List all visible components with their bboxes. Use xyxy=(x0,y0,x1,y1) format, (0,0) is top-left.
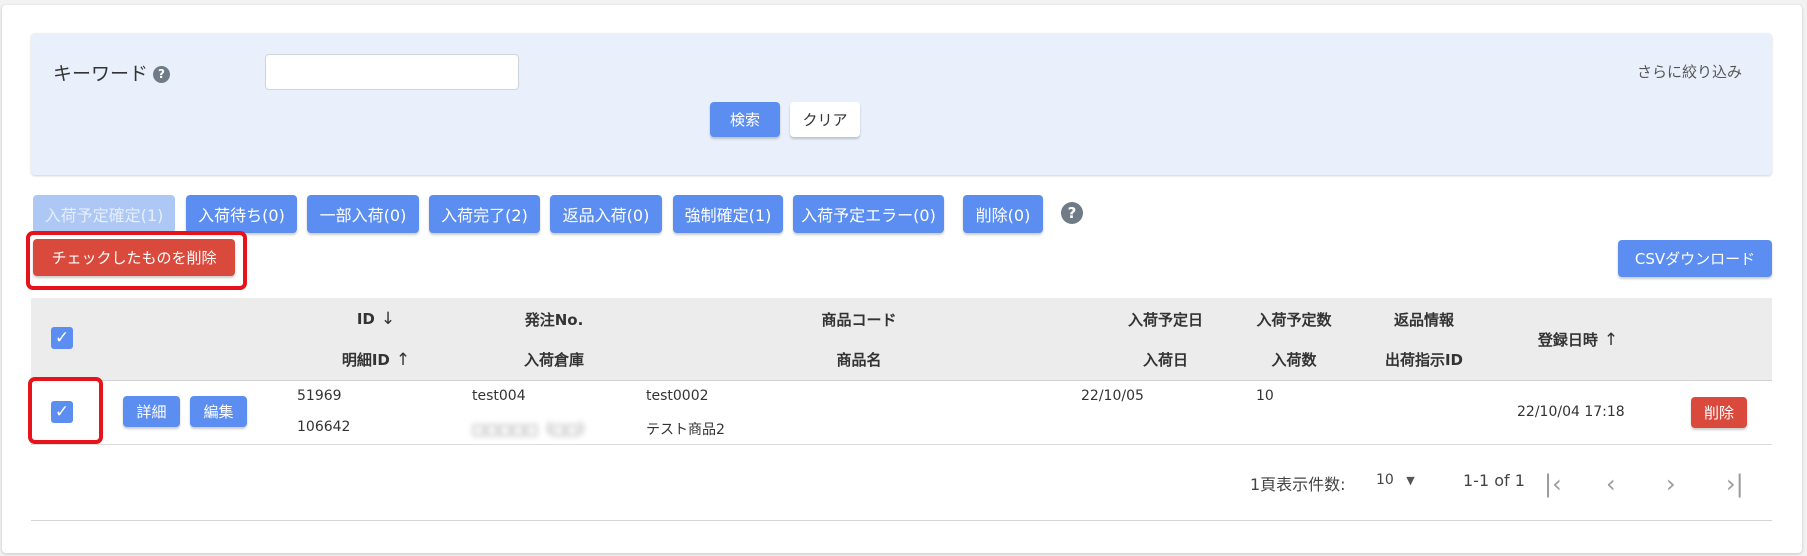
per-page-value: 10 xyxy=(1376,472,1394,488)
header-detail-id[interactable]: 明細ID ↑ xyxy=(342,349,410,370)
header-detail-id-label: 明細ID xyxy=(341,351,390,369)
table-header: ✓ ID ↓ 明細ID ↑ 発注No. 入荷倉庫 商品コード 商品名 入荷予定日 入… xyxy=(31,298,1772,381)
first-page-icon[interactable]: |‹ xyxy=(1544,470,1562,498)
cell-warehouse: □□□□□（□□） xyxy=(472,422,593,438)
highlight-box xyxy=(28,377,103,444)
next-page-icon[interactable]: › xyxy=(1666,470,1676,498)
edit-button[interactable]: 編集 xyxy=(190,396,247,427)
tab-arrival-planned-confirmed[interactable]: 入荷予定確定(1) xyxy=(33,195,175,233)
header-registered-at[interactable]: 登録日時 ↑ xyxy=(1538,329,1618,350)
tab-planned-error[interactable]: 入荷予定エラー(0) xyxy=(793,195,944,233)
tab-partial-arrival[interactable]: 一部入荷(0) xyxy=(307,195,419,233)
header-product-name: 商品名 xyxy=(836,351,882,369)
header-product-code: 商品コード xyxy=(821,311,897,329)
help-icon[interactable]: ? xyxy=(1061,202,1083,224)
search-button[interactable]: 検索 xyxy=(710,102,780,137)
keyword-label: キーワード xyxy=(53,63,149,85)
cell-detail-id: 106642 xyxy=(297,419,351,435)
row-divider xyxy=(31,444,1772,445)
cell-product-code: test0002 xyxy=(646,388,709,404)
per-page-select[interactable]: 10 ▼ xyxy=(1376,472,1415,488)
header-planned-date: 入荷予定日 xyxy=(1128,311,1204,329)
header-planned-qty: 入荷予定数 xyxy=(1256,311,1332,329)
tab-arrival-complete[interactable]: 入荷完了(2) xyxy=(429,195,540,233)
cell-planned-date: 22/10/05 xyxy=(1081,388,1144,404)
select-all-checkbox[interactable]: ✓ xyxy=(51,327,73,349)
help-icon[interactable]: ? xyxy=(153,66,171,83)
sort-up-icon[interactable]: ↑ xyxy=(1604,330,1618,350)
search-panel: キーワード? さらに絞り込み 検索 クリア xyxy=(31,33,1772,175)
last-page-icon[interactable]: ›| xyxy=(1726,470,1744,498)
prev-page-icon[interactable]: ‹ xyxy=(1606,470,1616,498)
keyword-label-wrap: キーワード? xyxy=(53,59,171,86)
cell-id: 51969 xyxy=(297,388,342,404)
header-arrival-qty: 入荷数 xyxy=(1271,351,1317,369)
cell-planned-qty: 10 xyxy=(1256,388,1274,404)
csv-download-button[interactable]: CSVダウンロード xyxy=(1618,240,1772,277)
sort-down-icon[interactable]: ↓ xyxy=(381,309,395,329)
header-id[interactable]: ID ↓ xyxy=(357,309,395,329)
header-return-info: 返品情報 xyxy=(1393,311,1455,329)
header-registered-at-label: 登録日時 xyxy=(1537,331,1598,349)
cell-registered-at: 22/10/04 17:18 xyxy=(1517,404,1625,420)
header-id-label: ID xyxy=(356,310,375,328)
header-order-no: 発注No. xyxy=(524,311,584,329)
cell-order-no: test004 xyxy=(472,388,526,404)
header-arrival-date: 入荷日 xyxy=(1143,351,1189,369)
highlight-box xyxy=(26,231,247,290)
detail-button[interactable]: 詳細 xyxy=(123,396,180,427)
more-filters-link[interactable]: さらに絞り込み xyxy=(1637,61,1742,82)
tab-deleted[interactable]: 削除(0) xyxy=(963,195,1043,233)
row-delete-button[interactable]: 削除 xyxy=(1691,397,1747,428)
keyword-input[interactable] xyxy=(265,54,519,90)
cell-product-name: テスト商品2 xyxy=(646,422,725,438)
sort-up-icon[interactable]: ↑ xyxy=(396,350,410,370)
per-page-label: 1頁表示件数: xyxy=(1250,475,1346,494)
header-shipping-id: 出荷指示ID xyxy=(1384,351,1464,369)
caret-down-icon: ▼ xyxy=(1406,474,1415,487)
clear-button[interactable]: クリア xyxy=(790,102,860,137)
tab-forced-confirmed[interactable]: 強制確定(1) xyxy=(673,195,783,233)
header-warehouse: 入荷倉庫 xyxy=(523,351,585,369)
tab-awaiting-arrival[interactable]: 入荷待ち(0) xyxy=(186,195,297,233)
tab-return-arrival[interactable]: 返品入荷(0) xyxy=(550,195,662,233)
footer-divider xyxy=(31,520,1772,521)
page-range: 1-1 of 1 xyxy=(1463,471,1525,490)
